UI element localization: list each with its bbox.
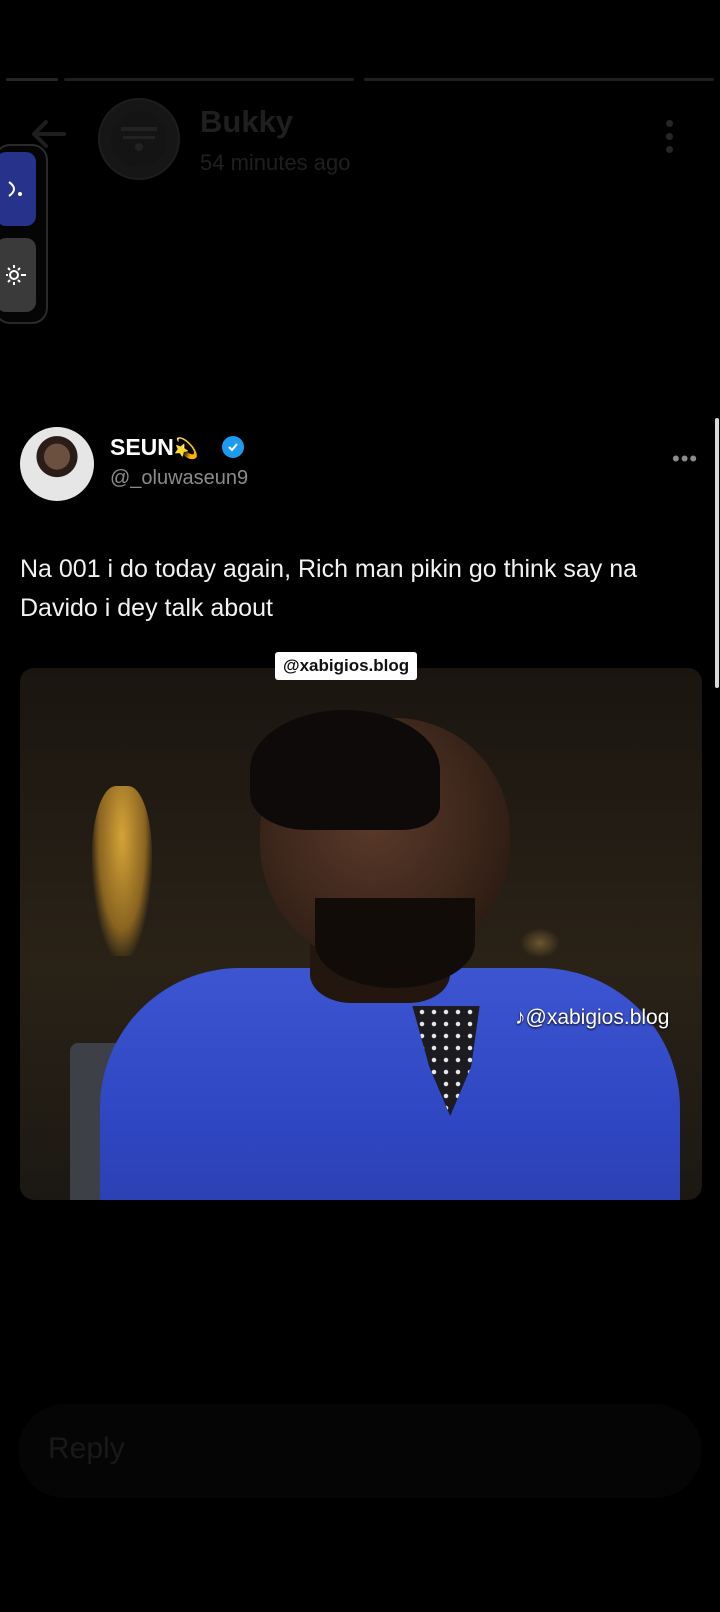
brightness-icon[interactable] (0, 238, 36, 312)
story-avatar[interactable] (98, 98, 180, 180)
dizzy-emoji: 💫 (173, 438, 199, 460)
background-object (520, 928, 560, 958)
tiktok-icon: ♪ (515, 1006, 526, 1029)
tweet-handle: @_oluwaseun9 (110, 467, 249, 489)
tweet-author-name: SEUN💫 (110, 434, 199, 460)
tiktok-watermark: ♪@xabigios.blog (515, 1006, 670, 1029)
hair (250, 710, 440, 830)
story-progress-segment (364, 78, 714, 81)
reply-placeholder: Reply (48, 1432, 125, 1465)
story-time: 54 minutes ago (200, 150, 351, 175)
beard (315, 898, 475, 988)
tweet-author-avatar (20, 427, 94, 501)
more-vertical-icon[interactable] (662, 120, 676, 158)
tweet-media-image: ♪@xabigios.blog (20, 668, 702, 1200)
story-user-name[interactable]: Bukky (200, 104, 293, 140)
scroll-indicator (715, 418, 719, 688)
story-progress-segment (6, 78, 58, 81)
watermark-label: @xabigios.blog (275, 652, 418, 680)
verified-badge-icon (222, 436, 244, 458)
reply-input[interactable]: Reply (18, 1404, 702, 1498)
tweet-text: Na 001 i do today again, Rich man pikin … (20, 555, 638, 622)
edit-tool-icon[interactable] (0, 152, 36, 226)
background-statue (92, 786, 152, 956)
tweet-more-icon: ••• (672, 446, 699, 471)
story-progress-segment (64, 78, 354, 81)
